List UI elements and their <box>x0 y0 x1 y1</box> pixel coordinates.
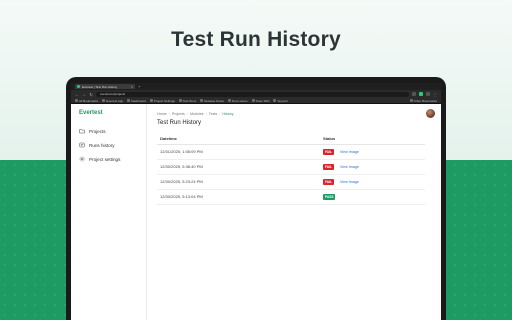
status-badge: FAIL <box>323 148 334 155</box>
browser-tab[interactable]: Evertest | Test Run History ✕ <box>75 84 135 89</box>
bookmark-item[interactable]: Evertest App <box>102 99 123 103</box>
table-row: 12/30/2025, 5:13:04 PM PASS <box>157 189 425 205</box>
run-datetime: 12/31/2025, 1:08:09 PM <box>157 144 323 160</box>
bookmark-item[interactable]: Team Wiki <box>251 99 269 103</box>
view-image-link[interactable]: View Image <box>340 180 359 184</box>
bookmark-item[interactable]: Release Notes <box>200 99 224 103</box>
laptop-frame: Evertest | Test Run History ✕ + ← → ↻ ev… <box>66 77 446 320</box>
avatar[interactable] <box>426 109 435 118</box>
breadcrumb: Home › Projects › Modules › Tests › Hist… <box>157 112 431 116</box>
breadcrumb-modules[interactable]: Modules <box>190 112 204 116</box>
address-bar[interactable]: evertest.io/projects <box>96 91 409 97</box>
bookmark-item[interactable]: Support <box>273 99 288 103</box>
page-title: Test Run History <box>157 120 202 126</box>
breadcrumb-tests[interactable]: Tests <box>209 112 217 116</box>
status-badge: FAIL <box>323 178 334 185</box>
column-header-datetime: Datetime <box>157 133 323 145</box>
extension-evertest-icon[interactable] <box>419 92 423 96</box>
sidebar-item-label: Projects <box>89 128 106 134</box>
page-headline: Test Run History <box>171 28 341 51</box>
forward-icon[interactable]: → <box>82 92 86 97</box>
gear-icon <box>79 156 85 162</box>
breadcrumb-separator-icon: › <box>205 112 207 116</box>
folder-icon <box>79 128 85 134</box>
app-container: Evertest Projects Runs history Project s… <box>71 104 441 320</box>
sidebar-item-projects[interactable]: Projects <box>75 124 142 138</box>
sidebar-item-project-settings[interactable]: Project settings <box>75 152 142 166</box>
main-content: Home › Projects › Modules › Tests › Hist… <box>147 104 441 320</box>
breadcrumb-separator-icon: › <box>186 112 188 116</box>
column-header-status: Status <box>323 133 425 145</box>
view-image-link[interactable]: View Image <box>340 150 359 154</box>
browser-tab-title: Evertest | Test Run History <box>82 84 118 89</box>
browser-toolbar: ← → ↻ evertest.io/projects ⋮ <box>71 90 441 98</box>
back-icon[interactable]: ← <box>75 92 79 97</box>
bookmark-icon <box>75 99 78 102</box>
runs-table: Datetime Status 12/31/2025, 1:08:09 PM F… <box>157 133 425 205</box>
status-badge: FAIL <box>323 163 334 170</box>
bookmark-item[interactable]: Test Runs <box>178 99 196 103</box>
reload-icon[interactable]: ↻ <box>89 92 93 97</box>
other-bookmarks[interactable]: Other Bookmarks <box>409 99 437 103</box>
run-datetime: 12/30/2025, 5:13:04 PM <box>157 189 323 205</box>
brand-logo[interactable]: Evertest <box>79 110 142 116</box>
browser-window: Evertest | Test Run History ✕ + ← → ↻ ev… <box>71 83 441 320</box>
bookmark-icon <box>227 99 231 102</box>
breadcrumb-history: History <box>222 112 234 116</box>
bookmark-item[interactable]: Docs Home <box>227 99 248 103</box>
bookmark-icon <box>149 99 153 102</box>
bookmark-icon <box>102 99 106 102</box>
run-status-cell: FAIL View Image <box>323 174 425 190</box>
bookmark-icon <box>178 99 182 102</box>
bookmark-icon <box>127 99 131 102</box>
run-status-cell: PASS <box>323 189 425 205</box>
sidebar: Evertest Projects Runs history Project s… <box>71 104 147 320</box>
breadcrumb-home[interactable]: Home <box>157 112 167 116</box>
status-badge: PASS <box>323 193 336 200</box>
run-status-cell: FAIL View Image <box>323 159 425 175</box>
view-image-link[interactable]: View Image <box>340 165 359 169</box>
bookmark-item[interactable]: Dashboard <box>127 99 146 103</box>
run-datetime: 12/30/2025, 5:23:24 PM <box>157 174 323 190</box>
table-row: 12/30/2025, 5:36:40 PM FAIL View Image <box>157 159 425 175</box>
breadcrumb-separator-icon: › <box>219 112 221 116</box>
menu-icon[interactable]: ⋮ <box>433 92 437 97</box>
table-row: 12/30/2025, 5:23:24 PM FAIL View Image <box>157 174 425 190</box>
sidebar-item-runs-history[interactable]: Runs history <box>75 138 142 152</box>
breadcrumb-projects[interactable]: Projects <box>172 112 185 116</box>
breadcrumb-separator-icon: › <box>168 112 170 116</box>
table-row: 12/31/2025, 1:08:09 PM FAIL View Image <box>157 144 425 160</box>
run-status-cell: FAIL View Image <box>323 144 425 160</box>
run-datetime: 12/30/2025, 5:36:40 PM <box>157 159 323 175</box>
bookmark-icon <box>251 99 255 102</box>
sidebar-item-label: Project settings <box>89 156 121 162</box>
bookmark-icon <box>200 99 204 102</box>
history-icon <box>79 142 85 148</box>
extension-icon[interactable] <box>412 92 416 96</box>
table-header-row: Datetime Status <box>157 133 425 145</box>
sidebar-item-label: Runs history <box>89 142 115 148</box>
bookmark-item[interactable]: Project Settings <box>149 99 175 103</box>
folder-icon <box>409 99 413 102</box>
browser-tab-bar: Evertest | Test Run History ✕ + <box>71 83 441 90</box>
new-tab-icon[interactable]: + <box>138 84 140 89</box>
bookmark-item[interactable]: All Bookmarks <box>75 99 98 103</box>
profile-icon[interactable] <box>426 92 430 96</box>
favicon-icon <box>77 85 80 88</box>
close-tab-icon[interactable]: ✕ <box>130 85 133 89</box>
bookmark-icon <box>273 99 277 102</box>
